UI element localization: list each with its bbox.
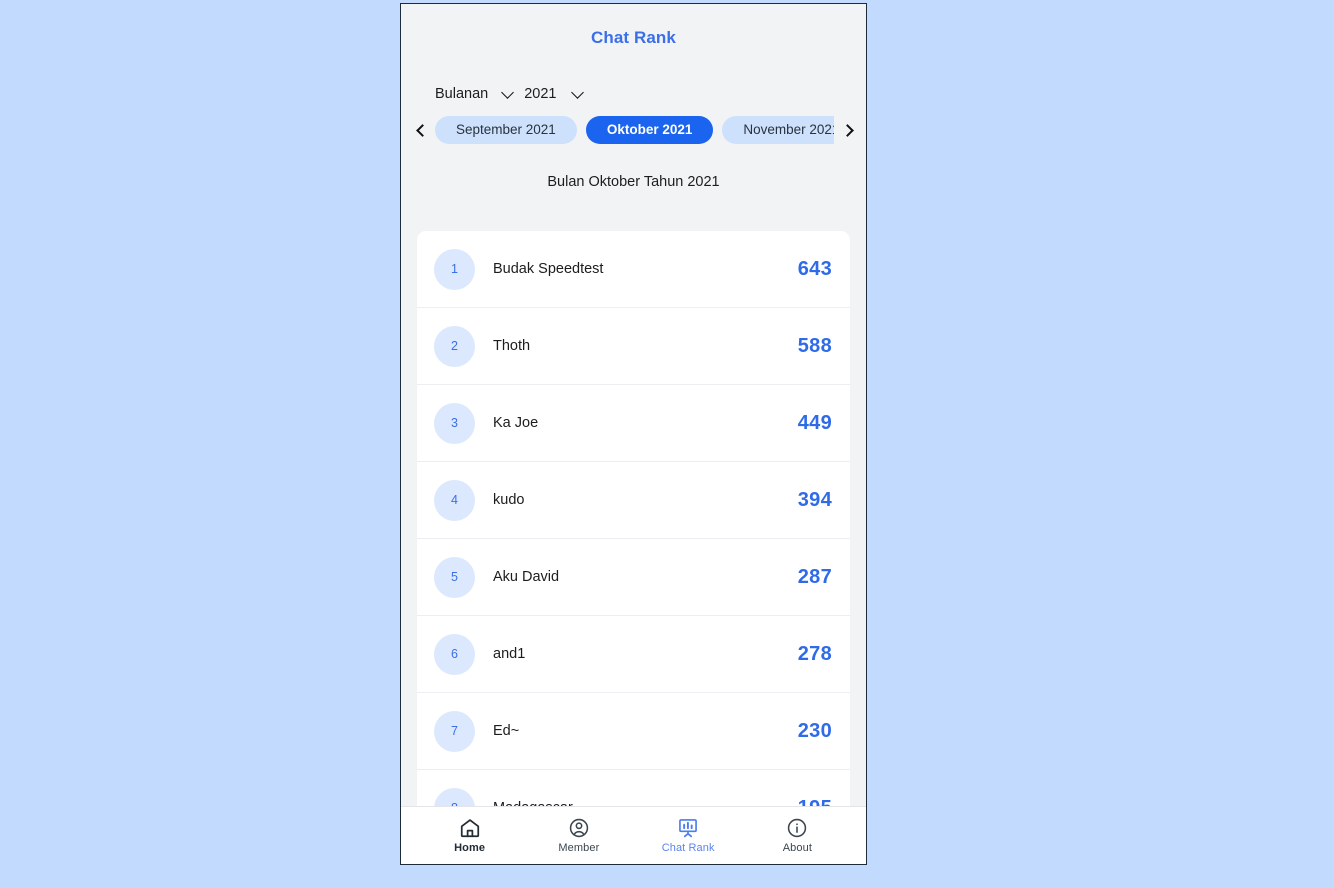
nav-label-home: Home [454,842,486,854]
nav-item-about[interactable]: About [756,817,838,854]
user-circle-icon [569,818,589,838]
table-row[interactable]: 3 Ka Joe 449 [417,385,850,462]
chevron-right-icon [840,123,854,137]
rank-badge: 1 [434,248,475,290]
period-subtitle: Bulan Oktober Tahun 2021 [547,174,720,190]
table-row[interactable]: 6 and1 278 [417,616,850,693]
nav-item-chat-rank[interactable]: Chat Rank [647,817,729,854]
page-title: Chat Rank [591,28,676,47]
period-select[interactable]: Bulanan [435,86,515,102]
month-chip-november[interactable]: November 2021 [722,116,834,144]
rank-name: Thoth [493,338,531,354]
phone-frame: Chat Rank Bulanan 2021 September 2021 Ok… [400,3,867,865]
rank-score: 230 [797,719,832,742]
rank-badge: 7 [434,710,475,752]
year-select[interactable]: 2021 [524,86,585,102]
ranking-list: 1 Budak Speedtest 643 2 Thoth 588 3 Ka J… [417,231,850,806]
app-screen: Chat Rank Bulanan 2021 September 2021 Ok… [401,4,866,806]
month-chip-list: September 2021 Oktober 2021 November 202… [435,115,834,145]
rank-name: Aku David [493,569,560,585]
rank-score: 588 [797,334,832,357]
rank-badge: 2 [434,325,475,367]
rank-score: 449 [797,411,832,434]
filter-bar: Bulanan 2021 [401,48,866,102]
nav-item-member[interactable]: Member [538,817,620,854]
rank-name: and1 [493,646,526,662]
nav-label-about: About [782,842,812,854]
rank-name: Budak Speedtest [493,261,604,277]
table-row[interactable]: 7 Ed~ 230 [417,693,850,770]
table-row[interactable]: 8 Madagascar 195 [417,770,850,806]
table-row[interactable]: 4 kudo 394 [417,462,850,539]
table-row[interactable]: 1 Budak Speedtest 643 [417,231,850,308]
rank-score: 287 [797,565,832,588]
table-row[interactable]: 2 Thoth 588 [417,308,850,385]
month-carousel: September 2021 Oktober 2021 November 202… [401,113,866,147]
rank-name: kudo [493,492,525,508]
nav-item-home[interactable]: Home [429,817,511,854]
rank-name: Ed~ [493,723,520,739]
table-row[interactable]: 5 Aku David 287 [417,539,850,616]
presentation-chart-icon [679,819,698,838]
nav-label-member: Member [558,842,600,854]
rank-badge: 4 [434,479,475,521]
home-icon [460,819,479,838]
carousel-prev-button[interactable] [409,115,435,145]
rank-badge: 5 [434,556,475,598]
rank-name: Madagascar [475,800,798,806]
rank-score: 195 [798,797,832,807]
bottom-navigation: Home Member Chat Rank About [401,806,866,864]
info-circle-icon [788,818,807,838]
rank-score: 643 [797,257,832,280]
rank-badge: 6 [434,633,475,675]
carousel-next-button[interactable] [834,115,860,145]
rank-score: 278 [797,642,832,665]
month-chip-oktober[interactable]: Oktober 2021 [585,116,714,144]
chevron-left-icon [415,123,429,137]
rank-badge: 3 [434,402,475,444]
rank-name: Ka Joe [493,415,539,431]
rank-badge: 8 [434,787,475,806]
rank-score: 394 [797,488,832,511]
nav-label-chat-rank: Chat Rank [661,842,715,854]
month-chip-september[interactable]: September 2021 [435,116,577,144]
